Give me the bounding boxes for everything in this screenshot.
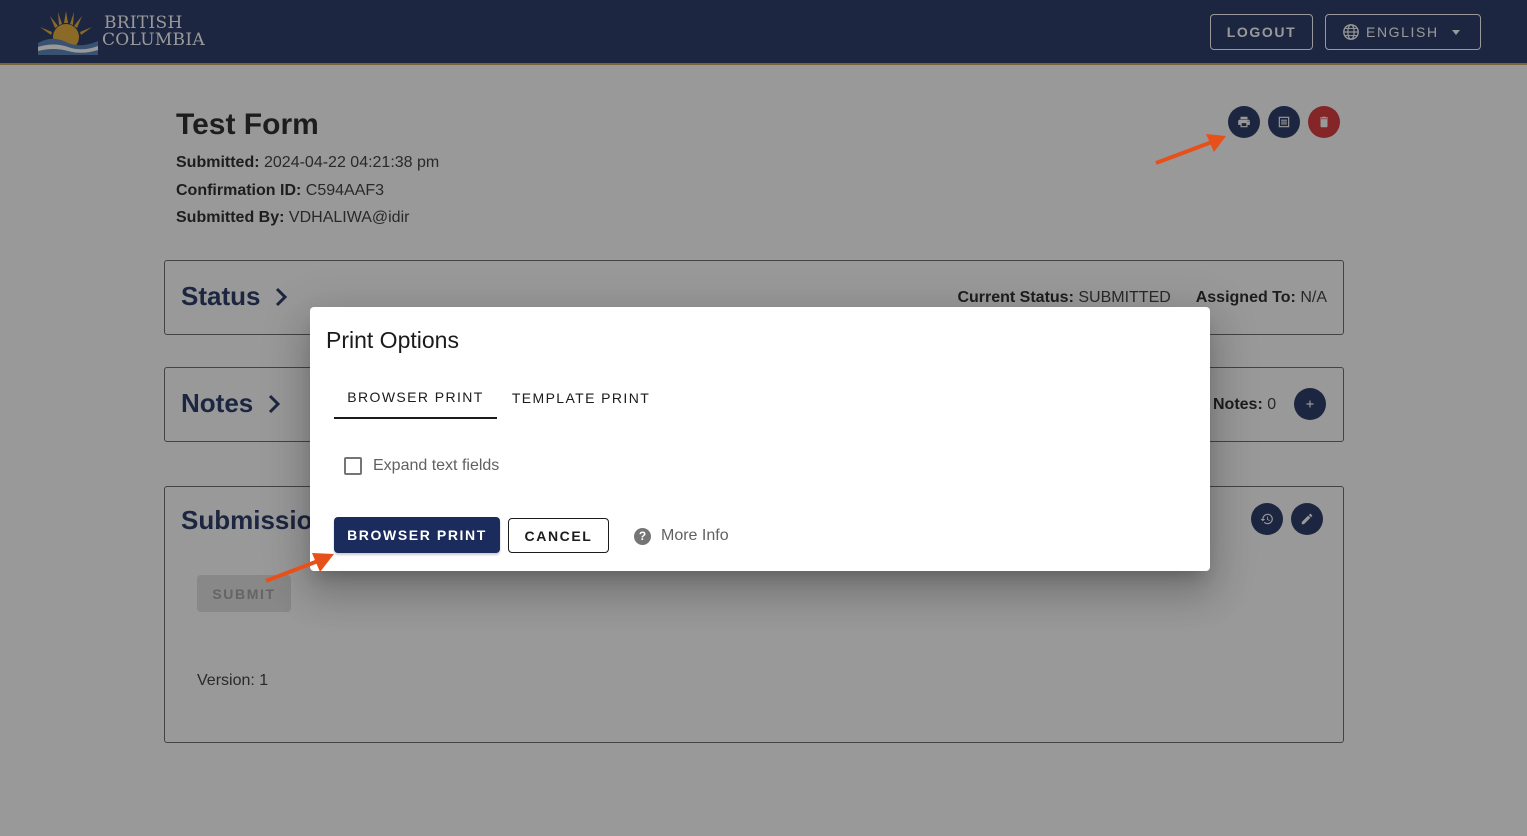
print-options-dialog: Print Options BROWSER PRINT TEMPLATE PRI… [310,307,1210,571]
browser-print-button[interactable]: BROWSER PRINT [334,517,500,553]
tab-template-print[interactable]: TEMPLATE PRINT [497,377,665,419]
dialog-title: Print Options [326,327,459,353]
more-info-label: More Info [661,527,729,544]
help-icon: ? [634,527,651,545]
expand-text-fields-label: Expand text fields [373,457,500,474]
cancel-button[interactable]: CANCEL [508,518,609,553]
tab-browser-print[interactable]: BROWSER PRINT [334,377,497,419]
annotation-arrow-browser-print [265,553,334,583]
expand-text-fields-option[interactable]: Expand text fields [344,457,499,475]
expand-text-fields-checkbox[interactable] [344,457,362,475]
annotation-arrow-print [1155,134,1226,165]
more-info-link[interactable]: ? More Info [634,527,729,545]
